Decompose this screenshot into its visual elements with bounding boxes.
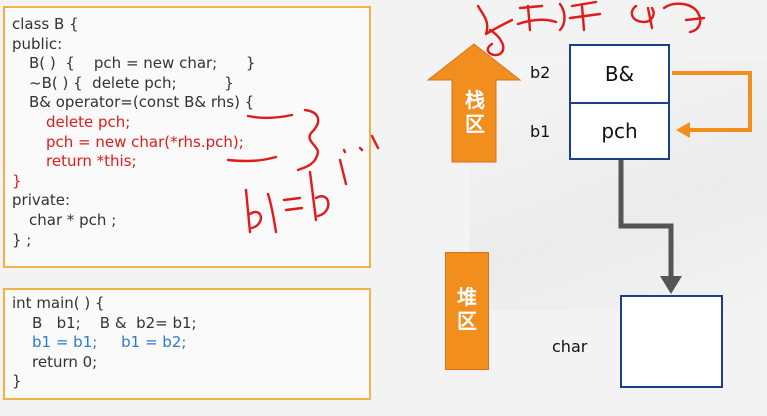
annotation-overlay xyxy=(226,0,752,294)
reference-arrow xyxy=(672,71,752,138)
pointer-arrow xyxy=(618,160,682,294)
handwritten-annotations xyxy=(226,0,706,234)
